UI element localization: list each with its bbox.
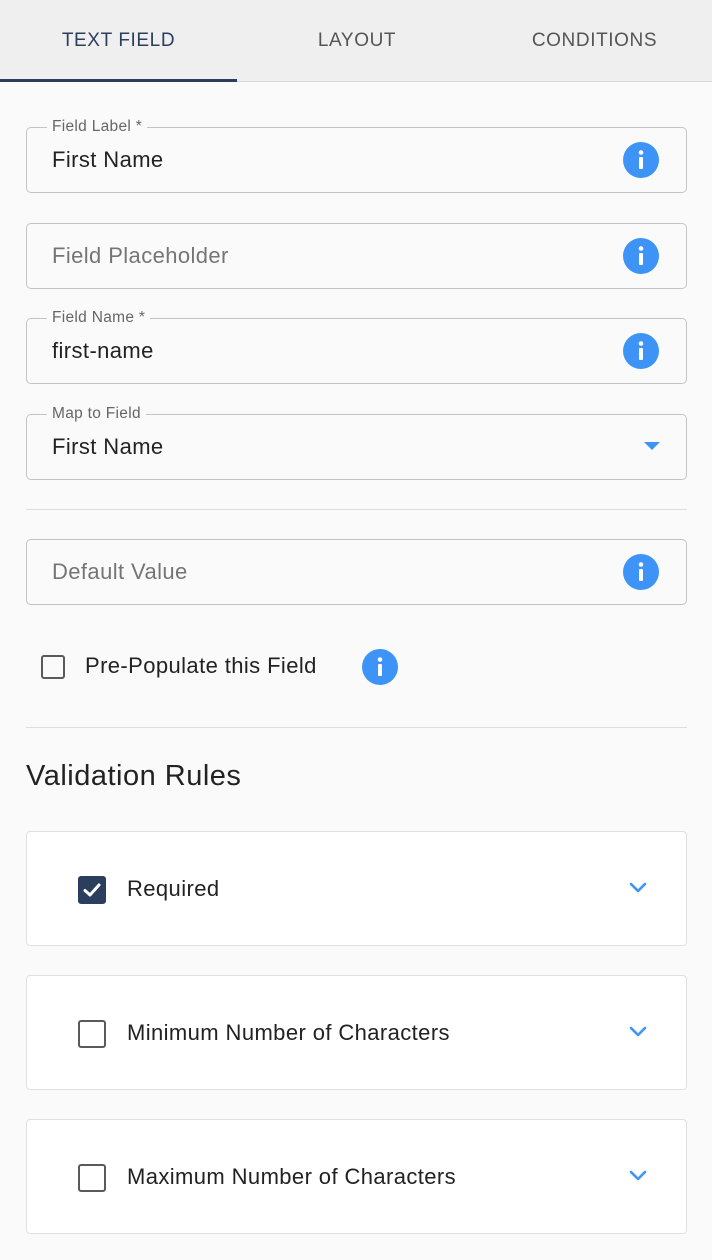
info-icon[interactable]	[623, 333, 659, 369]
rule-label: Minimum Number of Characters	[127, 1019, 450, 1045]
field-name-input[interactable]: Field Name * first-name	[26, 309, 687, 384]
field-placeholder-input[interactable]: Field Placeholder	[26, 223, 687, 289]
field-name-value: first-name	[52, 338, 154, 363]
chevron-down-icon[interactable]	[628, 1169, 648, 1183]
dropdown-arrow-icon[interactable]	[644, 442, 660, 450]
info-icon[interactable]	[623, 554, 659, 590]
field-label-input[interactable]: Field Label * First Name	[26, 118, 687, 193]
divider	[26, 509, 687, 510]
map-to-field-value: First Name	[52, 434, 164, 459]
info-icon[interactable]	[623, 238, 659, 274]
checkmark-icon	[83, 883, 101, 897]
info-icon[interactable]	[623, 142, 659, 178]
tab-label: TEXT FIELD	[61, 30, 176, 51]
tab-layout[interactable]: LAYOUT	[237, 0, 477, 82]
prepopulate-label: Pre-Populate this Field	[85, 653, 317, 678]
maximum-characters-checkbox[interactable]	[78, 1164, 106, 1192]
map-to-field-select[interactable]: Map to Field First Name	[26, 405, 687, 480]
rule-label: Required	[127, 875, 220, 901]
chevron-down-icon[interactable]	[628, 881, 648, 895]
prepopulate-checkbox[interactable]	[41, 655, 65, 679]
divider	[26, 727, 687, 728]
validation-rules-title: Validation Rules	[26, 760, 242, 792]
rule-required[interactable]: Required	[26, 831, 687, 946]
field-label-value: First Name	[52, 147, 164, 172]
minimum-characters-checkbox[interactable]	[78, 1020, 106, 1048]
field-placeholder-placeholder: Field Placeholder	[52, 243, 229, 268]
rule-minimum-characters[interactable]: Minimum Number of Characters	[26, 975, 687, 1090]
tab-text-field[interactable]: TEXT FIELD	[0, 0, 237, 82]
required-checkbox[interactable]	[78, 876, 106, 904]
tab-conditions[interactable]: CONDITIONS	[477, 0, 712, 82]
rule-maximum-characters[interactable]: Maximum Number of Characters	[26, 1119, 687, 1234]
tab-bar: TEXT FIELD LAYOUT CONDITIONS	[0, 0, 712, 82]
tab-label: CONDITIONS	[531, 30, 658, 51]
rule-label: Maximum Number of Characters	[127, 1163, 457, 1189]
active-tab-indicator	[0, 79, 237, 82]
chevron-down-icon[interactable]	[628, 1025, 648, 1039]
tab-label: LAYOUT	[317, 30, 397, 51]
default-value-input[interactable]: Default Value	[26, 539, 687, 605]
default-value-placeholder: Default Value	[52, 559, 188, 584]
info-icon[interactable]	[362, 649, 398, 685]
